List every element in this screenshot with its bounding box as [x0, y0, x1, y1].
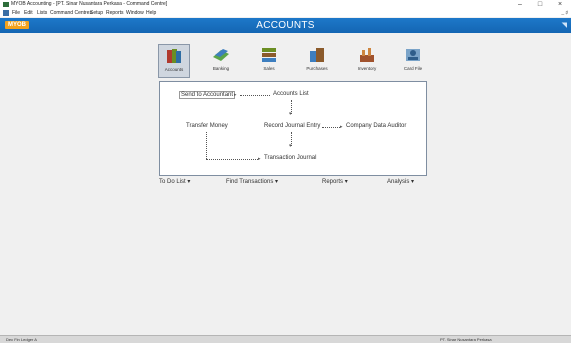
- menu-lists[interactable]: Lists: [37, 9, 47, 17]
- menu-command-centres[interactable]: Command Centres: [50, 9, 92, 17]
- connector-line: [206, 132, 207, 159]
- module-card-file[interactable]: Card File: [398, 44, 428, 76]
- dropdown-arrow-icon: ▾: [187, 179, 191, 185]
- window-title: MYOB Accounting - [PT. Sinar Nusantara P…: [11, 1, 168, 7]
- close-button[interactable]: ×: [555, 0, 565, 9]
- title-bar: MYOB Accounting - [PT. Sinar Nusantara P…: [0, 0, 571, 9]
- company-data-auditor-link[interactable]: Company Data Auditor: [346, 123, 406, 129]
- transfer-money-link[interactable]: Transfer Money: [186, 123, 228, 129]
- accounts-icon: [167, 49, 181, 63]
- transaction-journal-link[interactable]: Transaction Journal: [264, 155, 316, 161]
- purchases-icon: [310, 48, 324, 62]
- inventory-icon: [360, 48, 374, 62]
- menu-setup[interactable]: Setup: [90, 9, 103, 17]
- module-label: Banking: [212, 66, 230, 71]
- send-to-accountant-link[interactable]: Send to Accountant: [179, 91, 236, 99]
- analysis-label: Analysis: [387, 179, 410, 185]
- minimize-button[interactable]: –: [515, 0, 525, 9]
- to-do-list-label: To Do List: [159, 179, 186, 185]
- app-icon: [3, 2, 9, 7]
- arrow-right-icon: ▸: [340, 124, 343, 130]
- dropdown-arrow-icon: ▾: [344, 179, 348, 185]
- banking-icon: [213, 49, 229, 61]
- connector-line: [322, 127, 340, 128]
- arrow-right-icon: ▸: [234, 92, 237, 98]
- connector-line: [240, 95, 270, 96]
- menu-bar: File Edit Lists Command Centres Setup Re…: [0, 9, 571, 17]
- module-accounts[interactable]: Accounts: [158, 44, 190, 78]
- card-file-icon: [406, 49, 420, 61]
- dropdown-arrow-icon: ▾: [275, 179, 279, 185]
- record-journal-entry-link[interactable]: Record Journal Entry: [264, 123, 320, 129]
- find-transactions-menu[interactable]: Find Transactions ▾: [226, 178, 278, 185]
- arrow-down-icon: ▾: [289, 143, 292, 149]
- command-centre-header: MYOB ACCOUNTS ◥: [0, 18, 571, 33]
- header-arrow-icon[interactable]: ◥: [562, 21, 567, 29]
- reports-menu[interactable]: Reports ▾: [322, 178, 348, 185]
- menu-window[interactable]: Window: [126, 9, 144, 17]
- find-transactions-label: Find Transactions: [226, 179, 274, 185]
- menu-help[interactable]: Help: [146, 9, 156, 17]
- arrow-right-icon: ▸: [258, 156, 261, 162]
- connector-line: [206, 159, 258, 160]
- module-label: Inventory: [357, 66, 377, 71]
- analysis-menu[interactable]: Analysis ▾: [387, 178, 414, 185]
- module-label: Accounts: [164, 67, 184, 72]
- reports-label: Reports: [322, 179, 344, 185]
- module-label: Purchases: [306, 66, 328, 71]
- accounts-flow-panel: Send to Accountant ▸ Accounts List ▾ Tra…: [159, 81, 427, 176]
- document-icon[interactable]: [3, 10, 9, 16]
- module-purchases[interactable]: Purchases: [302, 44, 332, 76]
- accounts-list-link[interactable]: Accounts List: [273, 91, 309, 97]
- sales-icon: [262, 48, 276, 62]
- menu-file[interactable]: File: [12, 9, 20, 17]
- module-label: Card File: [403, 66, 423, 71]
- module-toolbar: Accounts Banking Sales Purchases Invento…: [158, 44, 428, 78]
- module-inventory[interactable]: Inventory: [352, 44, 382, 76]
- arrow-down-icon: ▾: [289, 111, 292, 117]
- command-centre-title: ACCOUNTS: [256, 20, 315, 31]
- module-label: Sales: [263, 66, 275, 71]
- maximize-button[interactable]: □: [535, 0, 545, 9]
- mdi-controls[interactable]: _ ♯: [561, 9, 568, 17]
- module-sales[interactable]: Sales: [254, 44, 284, 76]
- to-do-list-menu[interactable]: To Do List ▾: [159, 178, 190, 185]
- menu-edit[interactable]: Edit: [24, 9, 33, 17]
- module-banking[interactable]: Banking: [206, 44, 236, 76]
- menu-reports[interactable]: Reports: [106, 9, 124, 17]
- dropdown-arrow-icon: ▾: [411, 179, 415, 185]
